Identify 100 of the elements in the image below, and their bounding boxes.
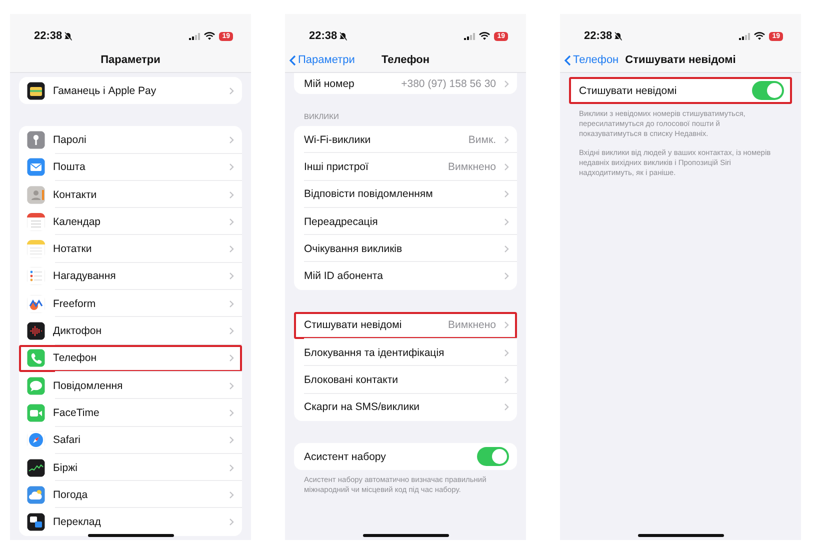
chevron-icon <box>504 218 509 226</box>
wifi-icon <box>754 32 766 40</box>
row-label: Контакти <box>53 188 98 201</box>
scribble-icon <box>27 294 45 313</box>
speech-bubble-icon <box>27 376 45 395</box>
signal-icon <box>739 32 750 40</box>
chevron-icon <box>229 354 234 362</box>
chevron-icon <box>229 300 234 308</box>
chevron-icon <box>504 190 509 198</box>
bell-slash-icon <box>64 32 72 40</box>
row-label: Біржі <box>53 462 78 474</box>
phone-handset-icon <box>27 349 45 368</box>
highlighted-settings-row[interactable]: Телефон <box>19 344 242 372</box>
row-label: Переадресація <box>304 216 379 228</box>
row-label: Мій номер <box>304 78 356 90</box>
chevron-icon <box>504 348 509 357</box>
settings-row[interactable]: Погода <box>19 481 242 508</box>
settings-row[interactable]: Переадресація <box>294 208 517 236</box>
compass-icon <box>27 431 45 450</box>
row-value: Вимк. <box>468 134 496 146</box>
cloud-icon <box>27 486 45 504</box>
settings-row[interactable]: Гаманець і Apple Pay <box>19 77 242 104</box>
status-time: 22:38 <box>34 30 62 42</box>
settings-row[interactable]: Диктофон <box>19 317 242 345</box>
chevron-icon <box>229 490 234 499</box>
screen-title: Телефон <box>381 54 430 66</box>
row-value: +380 (97) 158 56 30 <box>401 78 496 90</box>
wifi-icon <box>204 32 216 40</box>
row-label: Блокування та ідентифікація <box>304 346 446 359</box>
row-label: Wi-Fi-виклики <box>304 134 372 146</box>
settings-row[interactable]: FaceTime <box>19 399 242 427</box>
row-label: Стишувати невідомі <box>304 319 403 332</box>
settings-row[interactable]: Блоковані контакти <box>294 366 517 394</box>
settings-row[interactable]: Пошта <box>19 154 242 181</box>
highlighted-settings-row[interactable]: Стишувати невідомі Вимкнено <box>294 312 517 340</box>
chevron-icon <box>504 80 509 88</box>
back-chevron-icon <box>564 54 571 66</box>
chevron-icon <box>504 244 509 253</box>
back-link[interactable]: Телефон <box>564 54 626 66</box>
row-label: Freeform <box>53 298 97 310</box>
settings-row[interactable]: Календар <box>19 208 242 236</box>
highlighted-settings-row[interactable]: Стишувати невідомі <box>569 77 792 104</box>
signal-icon <box>189 32 200 40</box>
row-label: Safari <box>53 434 82 446</box>
chevron-icon <box>229 327 234 336</box>
row-label: Нагадування <box>53 270 117 282</box>
settings-row[interactable]: Біржі <box>19 454 242 482</box>
row-label: Інші пристрої <box>304 160 370 173</box>
envelope-icon <box>27 158 45 176</box>
back-link[interactable]: Параметри <box>289 54 382 66</box>
video-camera-icon <box>27 404 45 422</box>
settings-row[interactable]: Нотатки <box>19 235 242 263</box>
translate-icon <box>27 513 45 532</box>
settings-row[interactable]: Інші пристрої Вимкнено <box>294 153 517 181</box>
settings-row[interactable]: Скарги на SMS/виклики <box>294 394 517 421</box>
row-label: Переклад <box>53 516 102 528</box>
screen-title: Параметри <box>100 54 160 66</box>
chevron-icon <box>229 190 234 199</box>
settings-row[interactable]: Мій номер +380 (97) 158 56 30 <box>294 73 517 94</box>
row-label: Пошта <box>53 161 86 174</box>
settings-row[interactable]: Очікування викликів <box>294 235 517 262</box>
status-time: 22:38 <box>584 30 612 42</box>
chevron-icon <box>229 272 234 280</box>
row-label: Календар <box>53 216 102 228</box>
row-label: Скарги на SMS/виклики <box>304 401 421 414</box>
settings-row[interactable]: Мій ID абонента <box>294 262 517 290</box>
screen-title: Стишувати невідомі <box>625 54 736 66</box>
settings-row[interactable]: Контакти <box>19 180 242 208</box>
settings-row[interactable]: Нагадування <box>19 262 242 290</box>
signal-icon <box>464 32 476 40</box>
row-label: Відповісти повідомленням <box>304 188 434 200</box>
settings-row[interactable]: Wi-Fi-виклики Вимк. <box>294 126 517 154</box>
settings-row[interactable]: Паролі <box>19 126 242 154</box>
wifi-icon <box>479 32 490 40</box>
settings-row[interactable]: Повідомлення <box>19 372 242 400</box>
chevron-icon <box>229 218 234 226</box>
row-label: Погода <box>53 488 89 501</box>
chevron-icon <box>229 245 234 254</box>
calendar-icon <box>27 212 45 231</box>
status-time: 22:38 <box>309 30 338 42</box>
toggle-switch[interactable] <box>477 447 509 466</box>
settings-row[interactable]: Safari <box>19 426 242 454</box>
back-chevron-icon <box>289 54 296 66</box>
chevron-icon <box>229 518 234 526</box>
row-label: Паролі <box>53 134 88 146</box>
chevron-icon <box>229 86 234 95</box>
settings-row[interactable]: Блокування та ідентифікація <box>294 339 517 366</box>
toggle-switch[interactable] <box>752 81 784 100</box>
settings-row[interactable]: Freeform <box>19 290 242 318</box>
row-label: Стишувати невідомі <box>579 84 678 97</box>
chevron-icon <box>229 382 234 390</box>
settings-row[interactable]: Асистент набору <box>294 442 517 470</box>
chevron-icon <box>229 136 234 144</box>
chevron-icon <box>504 272 509 280</box>
wallet-icon <box>27 82 45 100</box>
chevron-icon <box>504 321 509 330</box>
settings-row[interactable]: Відповісти повідомленням <box>294 180 517 208</box>
settings-row[interactable]: Переклад <box>19 508 242 536</box>
chevron-icon <box>504 376 509 384</box>
waveform-icon <box>27 322 45 340</box>
